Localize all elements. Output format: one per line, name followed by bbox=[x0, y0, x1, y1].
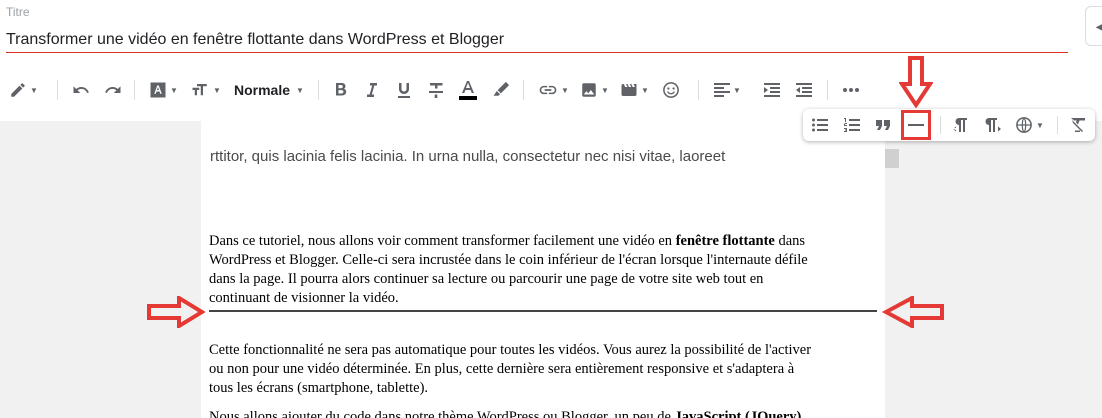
outdent-icon bbox=[796, 83, 812, 97]
para3-bold: JavaScript (JQuery) bbox=[674, 409, 802, 418]
editor-content[interactable]: rttitor, quis lacinia felis lacinia. In … bbox=[201, 121, 885, 418]
paragraph-intro: Dans ce tutoriel, nous allons voir comme… bbox=[209, 232, 875, 308]
bold-button[interactable] bbox=[334, 72, 348, 108]
strikethrough-icon bbox=[429, 83, 443, 98]
rtl-button[interactable] bbox=[985, 109, 1001, 141]
para2-line-3: tous les écrans (smartphone, tablette). bbox=[209, 380, 429, 396]
preview-text: rttitor, quis lacinia felis lacinia. In … bbox=[210, 148, 726, 165]
scrollbar-thumb[interactable] bbox=[885, 149, 899, 168]
para2-line-1: Cette fonctionnalité ne sera pas automat… bbox=[209, 342, 812, 358]
language-icon bbox=[1016, 117, 1032, 133]
redo-icon bbox=[105, 86, 121, 93]
ltr-icon bbox=[953, 118, 967, 132]
editor-toolbar: ▼ ▼ ▼ Normale ▼ ▼ ▼ ▼ ▼ bbox=[0, 72, 1102, 108]
font-size-button[interactable]: ▼ bbox=[190, 72, 221, 108]
strikethrough-button[interactable] bbox=[429, 72, 443, 108]
highlight-box bbox=[901, 110, 931, 140]
bold-icon bbox=[336, 83, 347, 96]
italic-icon bbox=[367, 83, 377, 97]
indent-icon bbox=[764, 83, 780, 97]
link-button[interactable]: ▼ bbox=[538, 72, 569, 108]
pencil-icon bbox=[11, 83, 25, 97]
quote-icon bbox=[876, 120, 890, 130]
italic-button[interactable] bbox=[366, 72, 378, 108]
chevron-left-icon: ◀ bbox=[1095, 17, 1102, 34]
clear-format-button[interactable] bbox=[1070, 109, 1086, 141]
para2-line-2: ou non pour une vidéo déterminée. En plu… bbox=[209, 361, 795, 377]
arrow-down-icon bbox=[899, 56, 933, 108]
link-icon bbox=[539, 85, 557, 95]
bulleted-list-button[interactable] bbox=[812, 109, 828, 141]
outdent-button[interactable] bbox=[796, 72, 812, 108]
bulleted-list-icon bbox=[812, 118, 828, 132]
emoji-icon bbox=[663, 82, 679, 98]
image-button[interactable]: ▼ bbox=[580, 72, 609, 108]
more-button[interactable] bbox=[843, 72, 859, 108]
align-button[interactable]: ▼ bbox=[714, 72, 741, 108]
paragraph-style-value: Normale bbox=[234, 82, 291, 98]
underline-icon bbox=[398, 83, 410, 98]
font-size-icon bbox=[192, 84, 207, 96]
para1-line-2: WordPress et Blogger. Celle-ci sera incr… bbox=[209, 252, 808, 268]
text-color-button[interactable] bbox=[459, 72, 477, 108]
sidebar-toggle-button[interactable]: ◀ bbox=[1085, 6, 1102, 46]
indent-button[interactable] bbox=[764, 72, 780, 108]
undo-icon bbox=[73, 86, 89, 93]
para1-bold: fenêtre flottante bbox=[675, 233, 775, 249]
video-icon bbox=[621, 84, 637, 96]
underline-button[interactable] bbox=[397, 72, 411, 108]
title-label: Titre bbox=[6, 5, 30, 19]
horizontal-rule bbox=[209, 310, 877, 312]
title-input[interactable]: Transformer une vidéo en fenêtre flottan… bbox=[6, 30, 1068, 53]
emoji-button[interactable] bbox=[662, 72, 680, 108]
para1-text-a: Dans ce tutoriel, nous allons voir comme… bbox=[209, 233, 676, 249]
arrow-left-icon bbox=[882, 296, 944, 328]
font-button[interactable]: ▼ bbox=[149, 72, 178, 108]
paragraph-style-select[interactable]: Normale ▼ bbox=[234, 72, 304, 108]
highlight-button[interactable] bbox=[492, 72, 510, 108]
ltr-button[interactable] bbox=[953, 109, 969, 141]
floating-toolbar: ▼ bbox=[803, 109, 1095, 141]
quote-button[interactable] bbox=[876, 109, 890, 141]
numbered-list-icon bbox=[844, 118, 860, 132]
image-icon bbox=[582, 83, 596, 97]
text-color-icon bbox=[459, 81, 477, 100]
paragraph-partial: Nous allons ajouter du code dans notre t… bbox=[209, 408, 875, 418]
video-button[interactable]: ▼ bbox=[620, 72, 649, 108]
align-icon bbox=[714, 83, 730, 97]
rtl-icon bbox=[985, 118, 1001, 132]
numbered-list-button[interactable] bbox=[844, 109, 860, 141]
pencil-button[interactable]: ▼ bbox=[9, 72, 38, 108]
para1-line-4: continuant de visionner la vidéo. bbox=[209, 290, 399, 306]
redo-button[interactable] bbox=[104, 72, 122, 108]
undo-button[interactable] bbox=[72, 72, 90, 108]
more-icon bbox=[843, 88, 859, 92]
para1-line-3: dans la page. Il pourra alors continuer … bbox=[209, 271, 764, 287]
clear-format-icon bbox=[1071, 118, 1085, 132]
language-button[interactable]: ▼ bbox=[1015, 109, 1044, 141]
font-icon bbox=[150, 82, 166, 98]
paragraph-feature: Cette fonctionnalité ne sera pas automat… bbox=[209, 341, 875, 398]
arrow-right-icon bbox=[147, 296, 205, 328]
para1-text-b: dans bbox=[774, 233, 806, 249]
highlight-icon bbox=[493, 81, 510, 96]
para3-text: Nous allons ajouter du code dans notre t… bbox=[209, 409, 675, 418]
